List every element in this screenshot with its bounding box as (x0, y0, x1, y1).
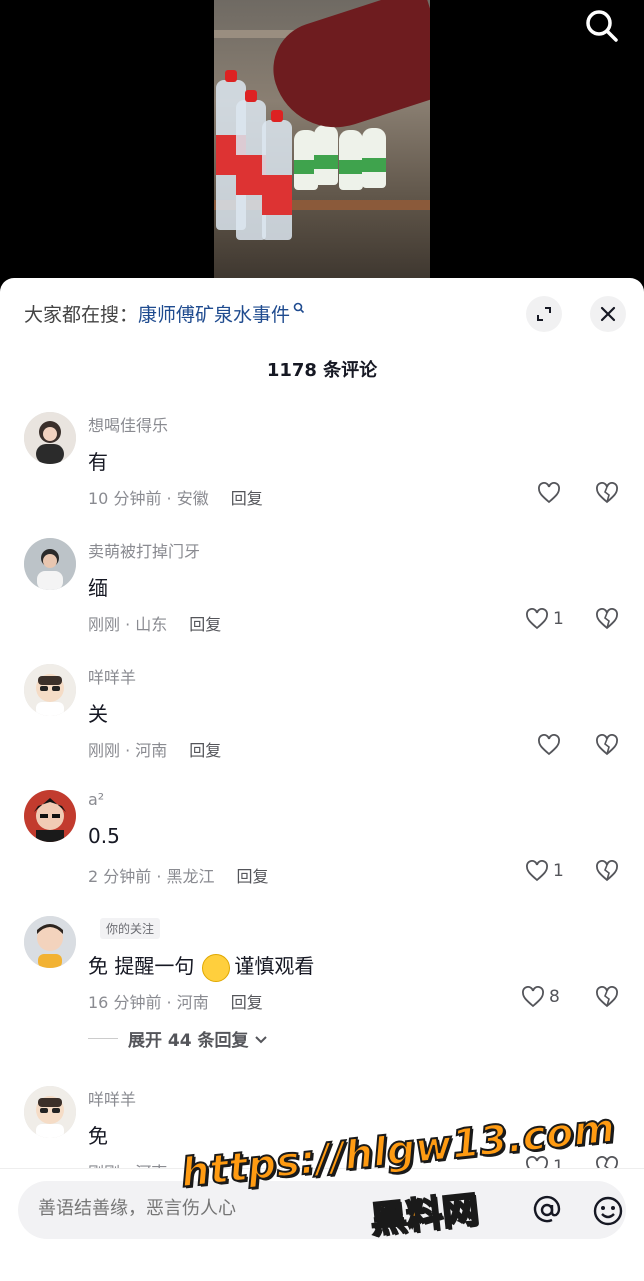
like-button[interactable] (537, 734, 565, 756)
like-button[interactable]: 1 (525, 608, 564, 630)
comment-item: 咩咩羊 关 刚刚 · 河南 回复 (0, 664, 644, 784)
comment-username[interactable]: a² (88, 790, 104, 809)
reply-button[interactable]: 回复 (231, 993, 263, 1012)
expand-replies-label: 展开 44 条回复 (128, 1031, 249, 1051)
comment-item: 你的关注 免 提醒一句 谨慎观看 16 分钟前 · 河南 回复 8 (0, 916, 644, 1076)
expand-icon (537, 307, 551, 321)
like-count: 1 (553, 861, 564, 881)
broken-heart-icon (596, 860, 618, 882)
trending-query-link[interactable]: 康师傅矿泉水事件 (138, 304, 290, 326)
broken-heart-icon (596, 608, 618, 630)
dislike-button[interactable] (595, 482, 619, 508)
avatar[interactable] (24, 538, 76, 590)
milk-bottle (314, 125, 338, 185)
comment-text: 缅 (88, 576, 108, 600)
comment-meta: 2 分钟前 · 黑龙江 回复 (88, 863, 269, 887)
comment-text: 关 (88, 702, 108, 726)
following-badge: 你的关注 (100, 918, 161, 939)
milk-bottle (339, 130, 363, 190)
avatar[interactable] (24, 916, 76, 968)
reply-button[interactable]: 回复 (189, 741, 221, 760)
comment-time-location: 16 分钟前 · 河南 (88, 993, 209, 1012)
comment-text-part: 免 提醒一句 (88, 954, 195, 978)
broken-heart-icon (596, 734, 618, 756)
comment-username[interactable]: 想喝佳得乐 (88, 412, 168, 436)
at-icon (533, 1195, 561, 1223)
grimace-emoji-icon (202, 953, 231, 982)
reply-button[interactable]: 回复 (189, 615, 221, 634)
water-bottle (262, 110, 292, 240)
comment-meta: 16 分钟前 · 河南 回复 (88, 989, 263, 1013)
video-frame (214, 0, 430, 290)
comment-text: 免 (88, 1124, 108, 1148)
comment-meta: 刚刚 · 山东 回复 (88, 611, 221, 635)
expand-button[interactable] (526, 296, 562, 332)
dislike-button[interactable] (595, 608, 619, 634)
emoji-button[interactable] (592, 1195, 624, 1227)
dislike-button[interactable] (595, 860, 619, 886)
comment-time-location: 2 分钟前 · 黑龙江 (88, 867, 215, 886)
search-icon (293, 302, 305, 314)
comment-meta: 刚刚 · 河南 回复 (88, 737, 221, 761)
like-count: 8 (549, 987, 560, 1007)
trending-prefix: 大家都在搜： (24, 304, 139, 326)
like-button[interactable]: 1 (525, 860, 564, 882)
dislike-button[interactable] (595, 986, 619, 1012)
heart-icon (538, 734, 560, 756)
avatar[interactable] (24, 1086, 76, 1138)
avatar[interactable] (24, 790, 76, 842)
comment-username[interactable]: 咩咩羊 (88, 1086, 136, 1110)
like-button[interactable]: 8 (521, 986, 560, 1008)
chevron-down-icon (254, 1035, 267, 1043)
video-player[interactable] (0, 0, 644, 290)
heart-icon (526, 608, 548, 630)
mention-button[interactable] (532, 1195, 562, 1225)
comment-input-bar (0, 1168, 644, 1281)
milk-bottle (362, 128, 386, 188)
comment-text: 0.5 (88, 824, 120, 848)
comment-time-location: 刚刚 · 河南 (88, 741, 168, 760)
comment-meta: 10 分钟前 · 安徽 回复 (88, 485, 263, 509)
comment-username[interactable]: 卖萌被打掉门牙 (88, 538, 200, 562)
comment-username[interactable]: 咩咩羊 (88, 664, 136, 688)
comment-text: 有 (88, 450, 108, 474)
like-button[interactable] (537, 482, 565, 504)
heart-icon (526, 860, 548, 882)
avatar[interactable] (24, 412, 76, 464)
reply-button[interactable]: 回复 (231, 489, 263, 508)
reply-button[interactable]: 回复 (237, 867, 269, 886)
comment-item: 想喝佳得乐 有 10 分钟前 · 安徽 回复 (0, 412, 644, 532)
expand-replies-button[interactable]: 展开 44 条回复 (88, 1026, 269, 1051)
comment-time-location: 刚刚 · 山东 (88, 615, 168, 634)
heart-icon (522, 986, 544, 1008)
avatar[interactable] (24, 664, 76, 716)
close-button[interactable] (590, 296, 626, 332)
smiley-icon (593, 1196, 623, 1226)
broken-heart-icon (596, 482, 618, 504)
divider (88, 1038, 118, 1039)
comment-input-box[interactable] (18, 1181, 626, 1239)
comment-time-location: 10 分钟前 · 安徽 (88, 489, 209, 508)
comment-item: 卖萌被打掉门牙 缅 刚刚 · 山东 回复 1 (0, 538, 644, 658)
search-icon[interactable] (582, 6, 622, 46)
like-count: 1 (553, 609, 564, 629)
trending-search[interactable]: 大家都在搜：康师傅矿泉水事件 (24, 300, 305, 327)
comment-text-part: 谨慎观看 (234, 954, 315, 978)
broken-heart-icon (596, 986, 618, 1008)
comment-text: 免 提醒一句 谨慎观看 (88, 950, 314, 982)
heart-icon (538, 482, 560, 504)
dislike-button[interactable] (595, 734, 619, 760)
comment-count: 1178 条评论 (266, 360, 378, 381)
comment-item: a² 0.5 2 分钟前 · 黑龙江 回复 1 (0, 790, 644, 910)
close-icon (600, 306, 616, 322)
